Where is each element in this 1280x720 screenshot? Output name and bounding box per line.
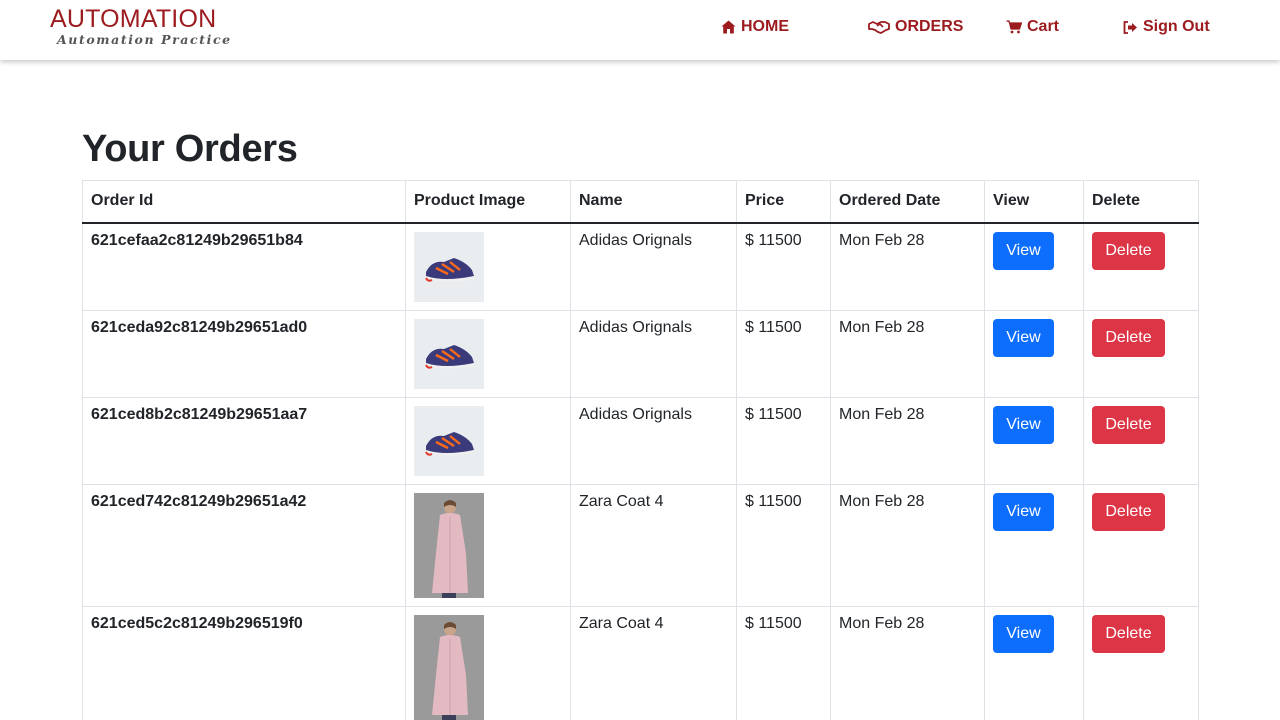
price-cell: $ 11500: [736, 396, 831, 485]
view-cell: View: [984, 483, 1084, 607]
header-view: View: [984, 180, 1084, 224]
view-cell: View: [984, 222, 1084, 311]
header-name: Name: [570, 180, 737, 224]
nav-home-label: HOME: [741, 18, 789, 35]
order-id-cell: 621ced742c81249b29651a42: [82, 483, 406, 607]
sneaker-image: [414, 405, 484, 476]
delete-cell: Delete: [1083, 222, 1199, 311]
product-name-cell: Zara Coat 4: [570, 605, 737, 720]
orders-table: Order Id Product Image Name Price Ordere…: [82, 180, 1199, 720]
table-row: 621ced5c2c81249b296519f0 Zara Coat 4 $ 1…: [82, 605, 1199, 720]
table-row: 621cefaa2c81249b29651b84 Adidas Orignals…: [82, 222, 1199, 311]
view-button[interactable]: View: [993, 614, 1054, 653]
top-navbar: AUTOMATION Automation Practice HOME ORDE…: [0, 0, 1280, 60]
header-order-id: Order Id: [82, 180, 406, 224]
view-cell: View: [984, 605, 1084, 720]
nav-cart-label: Cart: [1027, 18, 1060, 35]
page-title: Your Orders: [82, 128, 298, 170]
view-button[interactable]: View: [993, 405, 1054, 444]
view-button[interactable]: View: [993, 492, 1054, 531]
ordered-date-cell: Mon Feb 28: [830, 309, 985, 398]
table-row: 621ced8b2c81249b29651aa7 Adidas Orignals…: [82, 396, 1199, 485]
delete-button[interactable]: Delete: [1092, 492, 1165, 531]
order-id-cell: 621ced5c2c81249b296519f0: [82, 605, 406, 720]
product-name-cell: Zara Coat 4: [570, 483, 737, 607]
cart-icon: [1006, 20, 1022, 34]
brand-title: AUTOMATION: [50, 5, 217, 33]
delete-cell: Delete: [1083, 605, 1199, 720]
delete-button[interactable]: Delete: [1092, 231, 1165, 270]
nav-cart[interactable]: Cart: [1006, 16, 1059, 38]
delete-button[interactable]: Delete: [1092, 405, 1165, 444]
product-name-cell: Adidas Orignals: [570, 396, 737, 485]
price-cell: $ 11500: [736, 222, 831, 311]
table-row: 621ceda92c81249b29651ad0 Adidas Orignals…: [82, 309, 1199, 398]
delete-cell: Delete: [1083, 396, 1199, 485]
header-ordered-date: Ordered Date: [830, 180, 985, 224]
header-delete: Delete: [1083, 180, 1199, 224]
delete-cell: Delete: [1083, 309, 1199, 398]
product-name-cell: Adidas Orignals: [570, 222, 737, 311]
view-button[interactable]: View: [993, 318, 1054, 357]
handshake-icon: [868, 20, 890, 34]
view-cell: View: [984, 396, 1084, 485]
view-button[interactable]: View: [993, 231, 1054, 270]
order-id-cell: 621ced8b2c81249b29651aa7: [82, 396, 406, 485]
price-cell: $ 11500: [736, 605, 831, 720]
view-cell: View: [984, 309, 1084, 398]
product-name-cell: Adidas Orignals: [570, 309, 737, 398]
product-image-cell: [405, 605, 571, 720]
product-image-cell: [405, 483, 571, 607]
price-cell: $ 11500: [736, 483, 831, 607]
coat-image: [414, 614, 484, 720]
product-image-cell: [405, 309, 571, 398]
sign-out-icon: [1123, 20, 1138, 34]
nav-home[interactable]: HOME: [721, 16, 789, 38]
sneaker-image: [414, 318, 484, 389]
delete-button[interactable]: Delete: [1092, 614, 1165, 653]
header-product-image: Product Image: [405, 180, 571, 224]
ordered-date-cell: Mon Feb 28: [830, 483, 985, 607]
ordered-date-cell: Mon Feb 28: [830, 605, 985, 720]
nav-sign-out-label: Sign Out: [1143, 18, 1210, 35]
brand-subtitle: Automation Practice: [57, 32, 232, 47]
table-row: 621ced742c81249b29651a42 Zara Coat 4 $ 1…: [82, 483, 1199, 607]
nav-sign-out[interactable]: Sign Out: [1123, 16, 1210, 38]
nav-orders[interactable]: ORDERS: [868, 16, 963, 38]
coat-image: [414, 492, 484, 598]
brand-logo[interactable]: AUTOMATION Automation Practice: [50, 4, 232, 47]
table-header-row: Order Id Product Image Name Price Ordere…: [82, 180, 1199, 224]
ordered-date-cell: Mon Feb 28: [830, 222, 985, 311]
order-id-cell: 621ceda92c81249b29651ad0: [82, 309, 406, 398]
price-cell: $ 11500: [736, 309, 831, 398]
product-image-cell: [405, 222, 571, 311]
header-price: Price: [736, 180, 831, 224]
delete-cell: Delete: [1083, 483, 1199, 607]
sneaker-image: [414, 231, 484, 302]
nav-orders-label: ORDERS: [895, 18, 964, 35]
order-id-cell: 621cefaa2c81249b29651b84: [82, 222, 406, 311]
delete-button[interactable]: Delete: [1092, 318, 1165, 357]
product-image-cell: [405, 396, 571, 485]
home-icon: [721, 20, 736, 34]
ordered-date-cell: Mon Feb 28: [830, 396, 985, 485]
